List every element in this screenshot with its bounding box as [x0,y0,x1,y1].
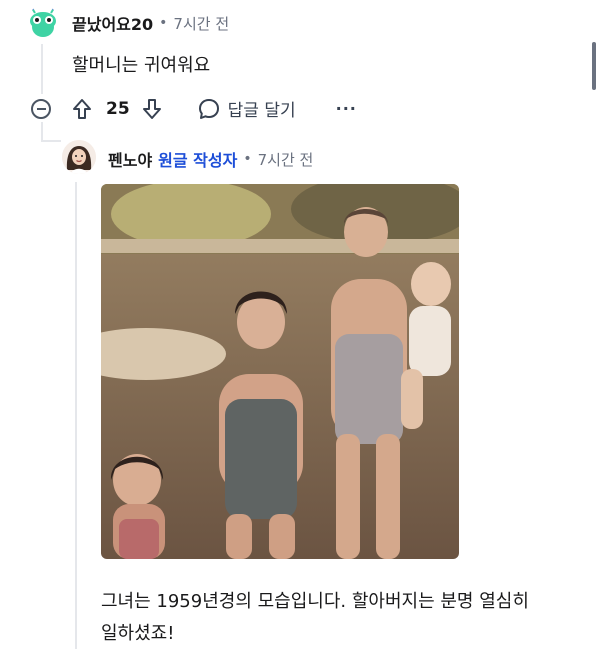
upvote-button[interactable] [72,98,92,120]
scrollbar[interactable] [592,42,596,90]
op-badge: 원글 작성자 [158,151,238,170]
alien-avatar-icon [26,6,60,40]
avatar[interactable] [26,6,60,40]
avatar[interactable] [62,140,96,174]
thread-line-nested [75,182,77,649]
comment-body: 할머니는 귀여워요 [72,55,211,76]
downvote-button[interactable] [142,98,162,120]
reply-button[interactable]: 답글 달기 [198,96,296,121]
comment-body-line: 그녀는 1959년경의 모습입니다. 할아버지는 분명 열심히 [101,591,529,612]
vote-count: 25 [106,98,130,119]
upvote-icon [73,98,91,119]
more-options-button[interactable]: ··· [336,99,357,118]
username[interactable]: 끝났어요20 [72,11,153,35]
comment-image[interactable] [101,184,459,559]
reply-label: 답글 달기 [227,101,296,121]
downvote-icon [142,98,161,119]
reply-bubble-icon [198,98,219,119]
thread-line-connector [41,140,61,142]
comment-meta: 끝났어요20 • 7시간 전 [72,11,229,35]
comment-body: 그녀는 1959년경의 모습입니다. 할아버지는 분명 열심히 일하셨죠! [101,586,529,650]
comment-meta: 펜노야 원글 작성자 • 7시간 전 [108,147,313,171]
collapse-icon[interactable] [31,99,51,119]
thread-line-top [41,44,43,94]
username[interactable]: 펜노야 [108,147,152,171]
thread-line-lower [41,122,43,142]
action-bar: 25 답글 달기 ··· [72,96,357,121]
comment-body-line: 일하셨죠! [101,623,175,644]
meta-separator: • [159,15,168,31]
timestamp[interactable]: 7시간 전 [258,149,314,170]
meta-separator: • [243,151,252,167]
vintage-family-photo [101,184,459,559]
timestamp[interactable]: 7시간 전 [173,13,229,34]
user-avatar-icon [62,140,96,174]
